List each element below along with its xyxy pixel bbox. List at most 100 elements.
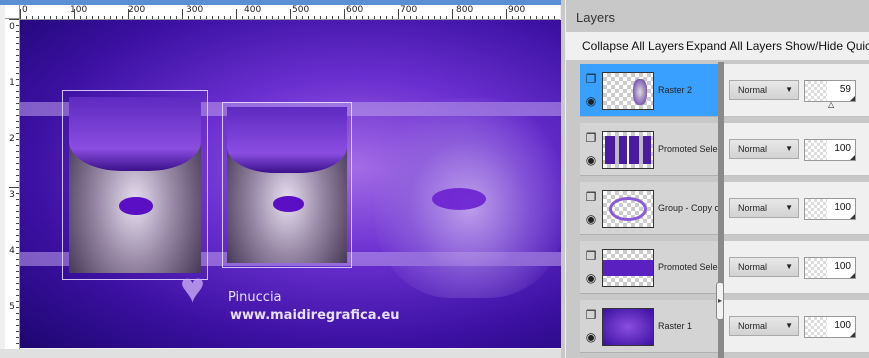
ruler-tick [104,16,105,19]
eye-icon[interactable]: ◉ [584,153,598,167]
ruler-tick [16,25,19,26]
ruler-tick [16,199,19,200]
ruler-tick [16,265,19,266]
ruler-tick [230,16,231,19]
ruler-tick [338,16,339,19]
thumb-ring [609,197,647,221]
layer-thumbnail [602,249,654,287]
ruler-tick [188,16,189,19]
ruler-tick [380,16,381,19]
opacity-control[interactable]: 100 [804,257,856,279]
window-bottom-strip [0,349,565,358]
ruler-tick [374,16,375,19]
layer-stack-icon[interactable]: ❐ [584,72,598,86]
ruler-tick [16,169,19,170]
blend-mode-dropdown[interactable]: Normal ▼ [729,139,799,159]
ruler-tick [464,16,465,19]
window-edge [561,0,565,358]
ruler-tick [368,16,369,19]
ruler-tick [548,16,549,19]
ruler-tick [16,121,19,122]
show-hide-quick-button[interactable]: Show/Hide Quic [785,39,869,53]
layer-stack-icon[interactable]: ❐ [584,249,598,263]
blend-mode-dropdown[interactable]: Normal ▼ [729,80,799,100]
opacity-control[interactable]: 100 [804,316,856,338]
ruler-tick [386,16,387,19]
opacity-control[interactable]: 100 [804,139,856,161]
layer-name-cell[interactable]: ❐ ◉ Raster 1 [580,300,718,353]
ruler-tick [200,16,201,19]
ruler-tick [260,16,261,19]
opacity-corner-icon [850,96,855,101]
layer-thumbnail [602,72,654,110]
ruler-label: 700 [400,5,418,15]
ruler-tick [440,16,441,19]
layer-name-cell[interactable]: ❐ ◉ Raster 2 [580,64,718,117]
ruler-tick [16,181,19,182]
eye-icon[interactable]: ◉ [584,271,598,285]
opacity-value: 59 [839,84,851,95]
blend-mode-dropdown[interactable]: Normal ▼ [729,198,799,218]
watermark-url: www.maidiregrafica.eu [230,308,400,323]
photo-frame-middle [222,102,352,268]
ruler-tick [410,16,411,19]
ruler-tick [16,79,19,80]
ruler-tick [434,16,435,19]
ruler-tick [518,16,519,19]
ruler-tick [16,55,19,56]
opacity-control[interactable]: 59 [804,80,856,102]
ruler-tick [9,187,19,188]
ruler-tick [16,295,19,296]
layer-stack-icon[interactable]: ❐ [584,131,598,145]
opacity-control[interactable]: 100 [804,198,856,220]
layer-name: Group - Copy of [658,203,718,213]
image-canvas[interactable]: ♥ Pinuccia www.maidiregrafica.eu [20,20,561,348]
layer-stack-icon[interactable]: ❐ [584,190,598,204]
ruler-tick [16,271,19,272]
blend-mode-dropdown[interactable]: Normal ▼ [729,316,799,336]
ruler-tick [16,73,19,74]
watermark-name: Pinuccia [228,290,282,305]
layer-name-cell[interactable]: ❐ ◉ Group - Copy of [580,182,718,235]
layer-stack-icon[interactable]: ❐ [584,308,598,322]
ruler-tick [134,16,135,19]
collapse-all-button[interactable]: Collapse All Layers [582,39,684,53]
layer-properties-cell: Normal ▼ 100 [724,123,869,176]
ruler-tick [488,16,489,19]
divider-handle-icon[interactable]: ▸ [716,282,724,320]
blend-mode-label: Normal [738,203,768,213]
background-lips [432,188,486,210]
ruler-tick [16,139,19,140]
ruler-label: 300 [186,5,204,15]
ruler-label: 100 [70,5,88,15]
ruler-tick [470,16,471,19]
ruler-tick [392,16,393,19]
ruler-tick [506,9,507,19]
ruler-tick [554,16,555,19]
eye-icon[interactable]: ◉ [584,330,598,344]
ruler-tick [74,9,75,19]
ruler-tick [98,16,99,19]
ruler-label: 400 [244,5,262,15]
eye-icon[interactable]: ◉ [584,212,598,226]
layer-name-cell[interactable]: ❐ ◉ Promoted Selec [580,123,718,176]
ruler-tick [344,9,345,19]
ruler-tick [9,19,19,20]
eye-icon[interactable]: ◉ [584,94,598,108]
ruler-tick [404,16,405,19]
blend-mode-dropdown[interactable]: Normal ▼ [729,257,799,277]
ruler-tick [16,205,19,206]
ruler-tick [422,16,423,19]
expand-all-button[interactable]: Expand All Layers [686,39,782,53]
ruler-tick [16,127,19,128]
ruler-tick [128,9,129,19]
dropdown-arrow-icon: ▼ [785,144,793,153]
ruler-tick [16,241,19,242]
layer-thumbnail [602,308,654,346]
ruler-tick [16,211,19,212]
ruler-tick [16,223,19,224]
dropdown-arrow-icon: ▼ [785,321,793,330]
layer-name-cell[interactable]: ❐ ◉ Promoted Selec [580,241,718,294]
vertical-ruler: 0 1 2 3 4 5 [5,19,20,349]
ruler-tick [16,175,19,176]
